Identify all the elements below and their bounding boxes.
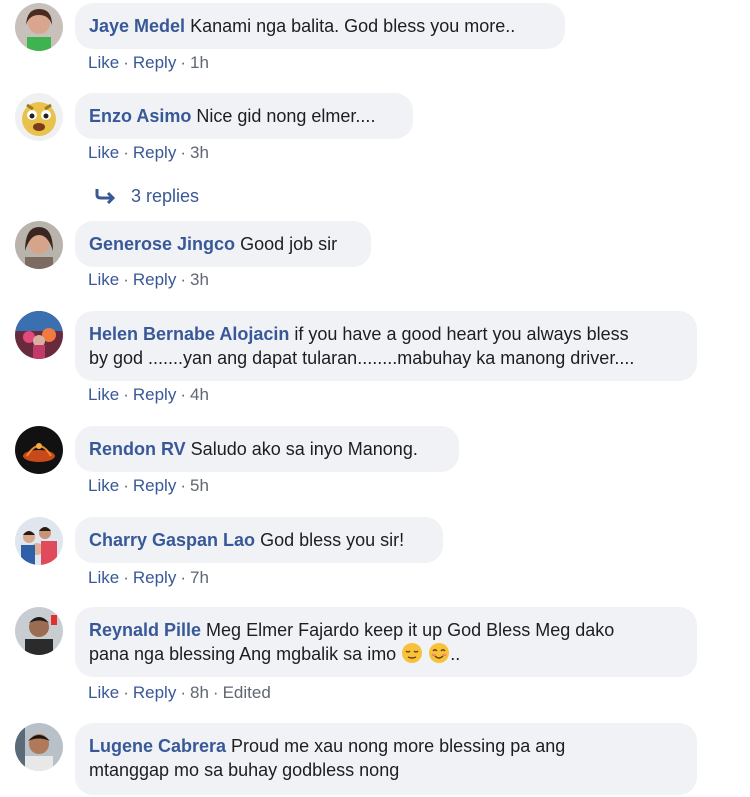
- separator: ·: [123, 53, 129, 72]
- comment-bubble: Jaye Medel Kanami nga balita. God bless y…: [75, 3, 565, 49]
- reply-arrow-icon: [95, 189, 116, 204]
- comment-author[interactable]: Helen Bernabe Alojacin: [89, 324, 289, 344]
- comment-timestamp[interactable]: 8h: [190, 683, 209, 702]
- comment-text: Good job sir: [240, 234, 338, 254]
- separator: ·: [180, 143, 186, 162]
- avatar-helen-bernabe-alojacin[interactable]: [15, 311, 63, 359]
- view-replies-link[interactable]: 3 replies: [95, 184, 199, 208]
- reply-link[interactable]: Reply: [133, 476, 176, 495]
- separator: ·: [123, 476, 129, 495]
- comment-author[interactable]: Rendon RV: [89, 439, 186, 459]
- comment-timestamp[interactable]: 3h: [190, 270, 209, 289]
- like-link[interactable]: Like: [88, 568, 119, 587]
- like-link[interactable]: Like: [88, 143, 119, 162]
- comment-author[interactable]: Charry Gaspan Lao: [89, 530, 255, 550]
- comment-timestamp[interactable]: 3h: [190, 143, 209, 162]
- comment-bubble: Helen Bernabe Alojacin if you have a good…: [75, 311, 697, 381]
- comment-bubble: Generose Jingco Good job sir: [75, 221, 371, 267]
- separator: ·: [212, 683, 219, 702]
- comment-author[interactable]: Reynald Pille: [89, 620, 201, 640]
- comment-author[interactable]: Enzo Asimo: [89, 106, 191, 126]
- reply-link[interactable]: Reply: [133, 53, 176, 72]
- separator: ·: [180, 568, 186, 587]
- like-link[interactable]: Like: [88, 476, 119, 495]
- comment-timestamp[interactable]: 1h: [190, 53, 209, 72]
- avatar-lugene-cabrera[interactable]: [15, 723, 63, 771]
- comment-bubble: Reynald Pille Meg Elmer Fajardo keep it u…: [75, 607, 697, 677]
- comment-text-line-1: Meg Elmer Fajardo keep it up God Bless M…: [206, 620, 615, 640]
- like-link[interactable]: Like: [88, 270, 119, 289]
- smiling-face-emoji: [429, 643, 450, 663]
- comment-bubble: Enzo Asimo Nice gid nong elmer....: [75, 93, 413, 139]
- comment-timestamp[interactable]: 7h: [190, 568, 209, 587]
- comment-text-suffix: ..: [450, 644, 461, 664]
- like-link[interactable]: Like: [88, 53, 119, 72]
- comment-text: Kanami nga balita. God bless you more..: [190, 16, 516, 36]
- comment-text-line-1: if you have a good heart you always bles…: [294, 324, 629, 344]
- separator: ·: [180, 683, 186, 702]
- replies-count[interactable]: 3 replies: [131, 184, 199, 208]
- comment-actions: Like · Reply · 3h: [88, 142, 209, 164]
- comment-bubble: Rendon RV Saludo ako sa inyo Manong.: [75, 426, 459, 472]
- comment-actions: Like · Reply · 3h: [88, 269, 209, 291]
- separator: ·: [123, 568, 129, 587]
- reply-link[interactable]: Reply: [133, 143, 176, 162]
- reply-link[interactable]: Reply: [133, 568, 176, 587]
- comment-text: God bless you sir!: [260, 530, 405, 550]
- like-link[interactable]: Like: [88, 385, 119, 404]
- avatar-charry-gaspan-lao[interactable]: [15, 517, 63, 565]
- comment-text: Saludo ako sa inyo Manong.: [190, 439, 418, 459]
- relieved-face-emoji: [402, 643, 423, 663]
- comment-actions: Like · Reply · 4h: [88, 384, 209, 406]
- separator: ·: [123, 143, 129, 162]
- like-link[interactable]: Like: [88, 683, 119, 702]
- reply-link[interactable]: Reply: [133, 683, 176, 702]
- reply-link[interactable]: Reply: [133, 270, 176, 289]
- comment-text-line-1: Proud me xau nong more blessing pa ang: [231, 736, 566, 756]
- comment-actions: Like · Reply · 7h: [88, 567, 209, 589]
- edited-label[interactable]: Edited: [223, 683, 271, 702]
- comment-actions: Like · Reply · 8h · Edited: [88, 682, 271, 704]
- separator: ·: [123, 270, 129, 289]
- comment-author[interactable]: Jaye Medel: [89, 16, 185, 36]
- comment-text-line-2: pana nga blessing Ang mgbalik sa imo: [89, 644, 397, 664]
- comment-actions: Like · Reply · 5h: [88, 475, 209, 497]
- avatar-generose-jingco[interactable]: [15, 221, 63, 269]
- comment-text-line-2: mtanggap mo sa buhay godbless nong: [89, 760, 400, 780]
- avatar-reynald-pille[interactable]: [15, 607, 63, 655]
- separator: ·: [123, 385, 129, 404]
- comment-author[interactable]: Generose Jingco: [89, 234, 235, 254]
- comment-timestamp[interactable]: 5h: [190, 476, 209, 495]
- comment-text-line-2: by god .......yan ang dapat tularan.....…: [89, 348, 635, 368]
- separator: ·: [123, 683, 129, 702]
- avatar-rendon-rv[interactable]: [15, 426, 63, 474]
- separator: ·: [180, 270, 186, 289]
- comment-author[interactable]: Lugene Cabrera: [89, 736, 226, 756]
- comment-actions: Like · Reply · 1h: [88, 52, 209, 74]
- comment-bubble: Lugene Cabrera Proud me xau nong more ble…: [75, 723, 697, 795]
- comment-text: Nice gid nong elmer....: [196, 106, 376, 126]
- comment-bubble: Charry Gaspan Lao God bless you sir!: [75, 517, 443, 563]
- separator: ·: [180, 385, 186, 404]
- avatar-jaye-medel[interactable]: [15, 3, 63, 51]
- avatar-enzo-asimo[interactable]: [15, 93, 63, 141]
- separator: ·: [180, 53, 186, 72]
- comment-timestamp[interactable]: 4h: [190, 385, 209, 404]
- separator: ·: [180, 476, 186, 495]
- reply-link[interactable]: Reply: [133, 385, 176, 404]
